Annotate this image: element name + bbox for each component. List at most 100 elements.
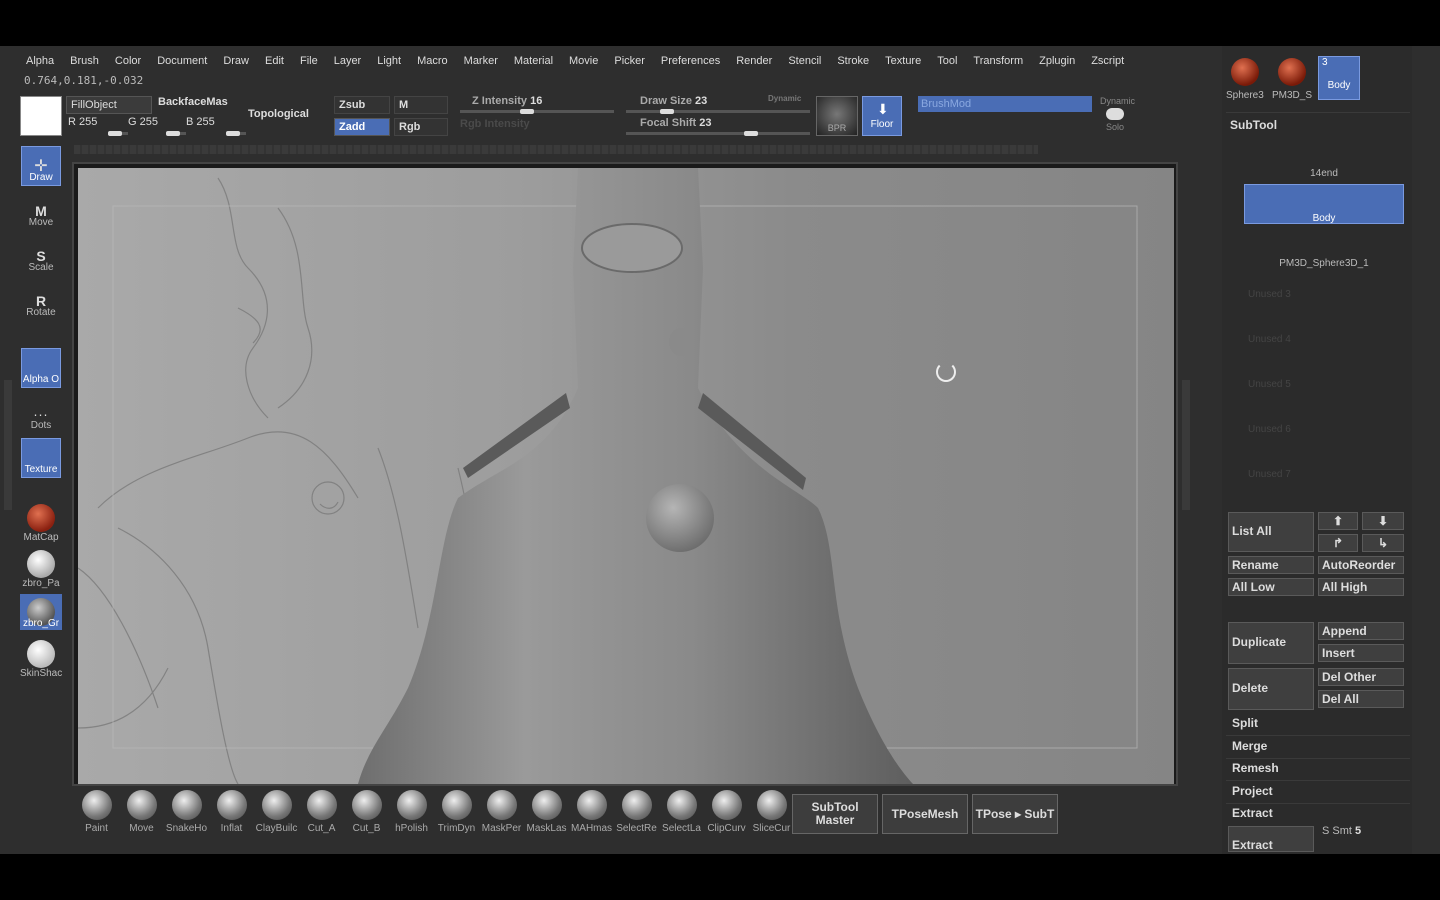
menu-item-file[interactable]: File xyxy=(292,52,326,70)
brush-trimdyn[interactable]: TrimDyn xyxy=(434,788,479,838)
menu-item-layer[interactable]: Layer xyxy=(326,52,370,70)
menu-item-zplugin[interactable]: Zplugin xyxy=(1031,52,1083,70)
brush-inflat[interactable]: Inflat xyxy=(209,788,254,838)
move-down-folder-button[interactable]: ↳ xyxy=(1362,534,1404,552)
tposemesh-button[interactable]: TPoseMesh xyxy=(882,794,968,834)
brush-mahmas[interactable]: MAHmas xyxy=(569,788,614,838)
menu-item-transform[interactable]: Transform xyxy=(965,52,1031,70)
remesh-section[interactable]: Remesh xyxy=(1232,761,1279,775)
tool-thumb-pm3d[interactable]: PM3D_S xyxy=(1272,58,1312,101)
brushmod-slider[interactable]: BrushMod xyxy=(918,96,1092,112)
right-tray-handle[interactable] xyxy=(1182,380,1190,510)
menu-item-zscript[interactable]: Zscript xyxy=(1083,52,1132,70)
menu-item-preferences[interactable]: Preferences xyxy=(653,52,728,70)
brush-slicecur[interactable]: SliceCur xyxy=(749,788,794,838)
zbro-gr-button[interactable]: zbro_Gr xyxy=(20,594,62,630)
merge-section[interactable]: Merge xyxy=(1232,739,1267,753)
z-intensity-slider[interactable] xyxy=(460,109,614,114)
brush-snakeho[interactable]: SnakeHo xyxy=(164,788,209,838)
dynamic-label[interactable]: Dynamic xyxy=(768,94,801,103)
brush-cut_b[interactable]: Cut_B xyxy=(344,788,389,838)
brush-hpolish[interactable]: hPolish xyxy=(389,788,434,838)
del-other-button[interactable]: Del Other xyxy=(1318,668,1404,686)
rotate-button[interactable]: R Rotate xyxy=(20,281,62,318)
move-up-folder-button[interactable]: ↱ xyxy=(1318,534,1358,552)
menu-item-picker[interactable]: Picker xyxy=(606,52,653,70)
zbro-pa-button[interactable]: zbro_Pa xyxy=(20,550,62,589)
zadd-button[interactable]: Zadd xyxy=(334,118,390,136)
zsub-button[interactable]: Zsub xyxy=(334,96,390,114)
matcap-button[interactable]: MatCap xyxy=(20,504,62,543)
draw-button[interactable]: ✛ Draw xyxy=(20,146,62,186)
bpr-button[interactable]: BPR xyxy=(816,96,858,136)
extract-button[interactable]: Extract xyxy=(1228,826,1314,852)
menu-item-render[interactable]: Render xyxy=(728,52,780,70)
menu-item-texture[interactable]: Texture xyxy=(877,52,929,70)
autoreorder-button[interactable]: AutoReorder xyxy=(1318,556,1404,574)
split-section[interactable]: Split xyxy=(1232,716,1258,730)
brush-claybuilc[interactable]: ClayBuilc xyxy=(254,788,299,838)
rgb-button[interactable]: Rgb xyxy=(394,118,448,136)
del-all-button[interactable]: Del All xyxy=(1318,690,1404,708)
s-smt-slider[interactable]: S Smt 5 xyxy=(1322,825,1361,837)
r-slider[interactable] xyxy=(108,131,128,136)
project-section[interactable]: Project xyxy=(1232,784,1273,798)
brush-maskper[interactable]: MaskPer xyxy=(479,788,524,838)
canvas-viewport[interactable] xyxy=(72,162,1178,786)
move-button[interactable]: M Move xyxy=(20,191,62,228)
brush-selectla[interactable]: SelectLa xyxy=(659,788,704,838)
menu-item-stroke[interactable]: Stroke xyxy=(829,52,877,70)
menu-item-stencil[interactable]: Stencil xyxy=(780,52,829,70)
delete-button[interactable]: Delete xyxy=(1228,668,1314,710)
menu-item-light[interactable]: Light xyxy=(369,52,409,70)
move-down-button[interactable]: ⬇ xyxy=(1362,512,1404,530)
scale-button[interactable]: S Scale xyxy=(20,236,62,273)
subtool-master-button[interactable]: SubTool Master xyxy=(792,794,878,834)
left-tray-handle[interactable] xyxy=(4,380,12,510)
tpose-subt-button[interactable]: TPose ▸ SubT xyxy=(972,794,1058,834)
menu-item-document[interactable]: Document xyxy=(149,52,215,70)
menu-item-macro[interactable]: Macro xyxy=(409,52,456,70)
brush-cut_a[interactable]: Cut_A xyxy=(299,788,344,838)
focal-shift-slider[interactable] xyxy=(626,131,810,136)
rename-button[interactable]: Rename xyxy=(1228,556,1314,574)
subtool-title[interactable]: SubTool xyxy=(1230,118,1277,132)
color-swatch[interactable] xyxy=(20,96,62,136)
subtool-item-body[interactable]: Body xyxy=(1244,184,1404,224)
model-canvas[interactable] xyxy=(78,168,1174,784)
menu-item-marker[interactable]: Marker xyxy=(456,52,506,70)
menu-item-edit[interactable]: Edit xyxy=(257,52,292,70)
floor-button[interactable]: ⬇ Floor xyxy=(862,96,902,136)
brush-masklas[interactable]: MaskLas xyxy=(524,788,569,838)
solo-toggle[interactable]: Dynamic Solo xyxy=(1100,96,1135,132)
b-slider[interactable] xyxy=(226,131,246,136)
menu-item-color[interactable]: Color xyxy=(107,52,149,70)
tool-thumb-body[interactable]: 3 Body xyxy=(1318,56,1360,100)
append-button[interactable]: Append xyxy=(1318,622,1404,640)
extract-section[interactable]: Extract xyxy=(1232,806,1273,820)
menu-item-material[interactable]: Material xyxy=(506,52,561,70)
menu-item-movie[interactable]: Movie xyxy=(561,52,606,70)
stroke-dots-button[interactable]: ․․․ Dots xyxy=(20,392,62,431)
subtool-item-14end[interactable]: 14end xyxy=(1244,140,1404,180)
tool-thumb-sphere3[interactable]: Sphere3 xyxy=(1226,58,1264,101)
backface-mask-button[interactable]: BackfaceMas xyxy=(158,96,228,108)
fill-object-button[interactable]: FillObject xyxy=(66,96,152,114)
duplicate-button[interactable]: Duplicate xyxy=(1228,622,1314,664)
insert-button[interactable]: Insert xyxy=(1318,644,1404,662)
brush-paint[interactable]: Paint xyxy=(74,788,119,838)
list-all-button[interactable]: List All xyxy=(1228,512,1314,552)
m-button[interactable]: M xyxy=(394,96,448,114)
menu-item-draw[interactable]: Draw xyxy=(215,52,257,70)
brush-move[interactable]: Move xyxy=(119,788,164,838)
menu-item-alpha[interactable]: Alpha xyxy=(18,52,62,70)
skinshade-button[interactable]: SkinShac xyxy=(20,640,62,679)
all-high-button[interactable]: All High xyxy=(1318,578,1404,596)
g-slider[interactable] xyxy=(166,131,186,136)
texture-button[interactable]: Texture xyxy=(20,438,62,478)
brush-selectre[interactable]: SelectRe xyxy=(614,788,659,838)
subtool-item-pm3d-sphere[interactable]: PM3D_Sphere3D_1 xyxy=(1244,230,1404,270)
menu-item-tool[interactable]: Tool xyxy=(929,52,965,70)
move-up-button[interactable]: ⬆ xyxy=(1318,512,1358,530)
brush-clipcurv[interactable]: ClipCurv xyxy=(704,788,749,838)
